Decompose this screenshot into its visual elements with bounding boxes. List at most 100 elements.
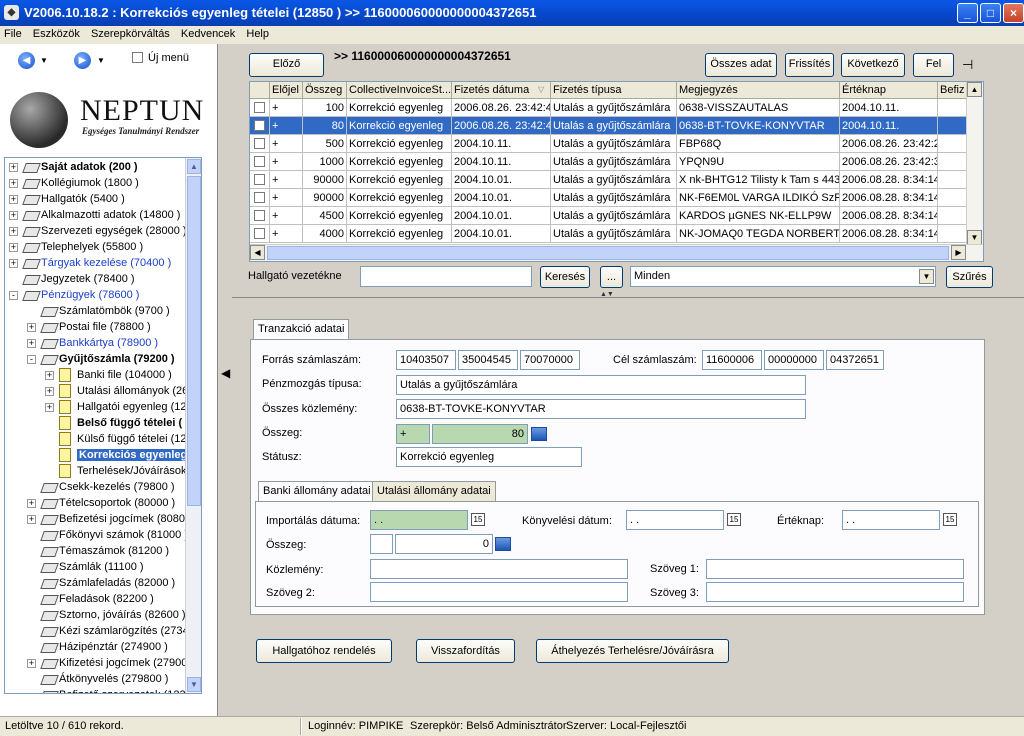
collapse-icon[interactable]: - xyxy=(27,355,36,364)
grid-cell-payment-type[interactable]: Utalás a gyűjtőszámlára xyxy=(551,189,677,207)
row-checkbox[interactable] xyxy=(254,210,265,221)
filter-dropdown[interactable]: Minden xyxy=(630,266,936,287)
tree-item[interactable]: + Saját adatok (200 ) xyxy=(5,160,186,176)
tree-item[interactable]: Sztorno, jóváírás (82600 ) xyxy=(5,608,186,624)
back-arrow-icon[interactable]: ◀ xyxy=(18,52,35,69)
grid-cell-value-date[interactable]: 2004.10.11. xyxy=(840,99,938,117)
grid-cell-value-date[interactable]: 2006.08.28. 8:34:14 xyxy=(840,171,938,189)
grid-cell-payer[interactable] xyxy=(938,135,968,153)
bank-calculator-icon[interactable] xyxy=(495,537,511,551)
grid-cell-comment[interactable]: 0638-VISSZAUTALAS xyxy=(677,99,840,117)
amount-field[interactable]: 80 xyxy=(432,424,528,444)
grid-cell-payment-date[interactable]: 2004.10.01. xyxy=(452,225,551,243)
assign-to-student-button[interactable]: Hallgatóhoz rendelés xyxy=(256,639,392,663)
column-header-comment[interactable]: Megjegyzés xyxy=(677,82,840,99)
grid-cell-invoice-status[interactable]: Korrekció egyenleg xyxy=(347,171,452,189)
move-to-debit-credit-button[interactable]: Áthelyezés Terhelésre/Jóváírásra xyxy=(536,639,729,663)
reverse-button[interactable]: Visszafordítás xyxy=(416,639,515,663)
booking-date-field[interactable]: . . xyxy=(626,510,724,530)
tree-item[interactable]: - Pénzügyek (78600 ) xyxy=(5,288,186,304)
up-button[interactable]: Fel xyxy=(913,53,954,77)
row-checkbox[interactable] xyxy=(254,174,265,185)
scroll-up-icon[interactable]: ▲ xyxy=(187,159,201,174)
source-account-part1[interactable]: 10403507 xyxy=(396,350,456,370)
grid-cell-invoice-status[interactable]: Korrekció egyenleg xyxy=(347,189,452,207)
row-checkbox-cell[interactable] xyxy=(250,117,270,135)
grid-horizontal-scrollbar[interactable]: ◀ ▶ xyxy=(250,244,983,261)
target-account-part2[interactable]: 00000000 xyxy=(764,350,824,370)
grid-cell-invoice-status[interactable]: Korrekció egyenleg xyxy=(347,135,452,153)
row-checkbox-cell[interactable] xyxy=(250,207,270,225)
import-date-calendar-icon[interactable]: 15 xyxy=(471,513,485,526)
target-account-part3[interactable]: 04372651 xyxy=(826,350,884,370)
menu-file[interactable]: File xyxy=(0,26,26,40)
tree-item[interactable]: + Hallgatói egyenleg (1255 xyxy=(5,400,199,416)
expand-icon[interactable]: + xyxy=(9,179,18,188)
grid-scroll-up-icon[interactable]: ▲ xyxy=(967,82,982,97)
bank-amount-field[interactable]: 0 xyxy=(395,534,493,554)
tree-item[interactable]: + Befizetési jogcímek (80800 xyxy=(5,512,191,528)
column-header-sign[interactable]: Előjel xyxy=(270,82,303,99)
text1-field[interactable] xyxy=(706,559,964,579)
grid-cell-invoice-status[interactable]: Korrekció egyenleg xyxy=(347,225,452,243)
grid-cell-comment[interactable]: FBP68Q xyxy=(677,135,840,153)
column-header-invoice-status[interactable]: CollectiveInvoiceSt... xyxy=(347,82,452,99)
grid-cell-payer[interactable] xyxy=(938,225,968,243)
menu-szerepkorvaltas[interactable]: Szerepkörváltás xyxy=(87,26,174,40)
bank-amount-sign-field[interactable] xyxy=(370,534,393,554)
grid-cell-sign[interactable]: + xyxy=(270,117,303,135)
tree-scrollbar[interactable]: ▲ ▼ xyxy=(185,158,201,693)
menu-eszkozok[interactable]: Eszközök xyxy=(29,26,84,40)
pin-icon[interactable]: ⊣ xyxy=(962,57,973,73)
grid-cell-comment[interactable]: NK-JOMAQ0 TEGDA NORBERT xyxy=(677,225,840,243)
grid-cell-value-date[interactable]: 2006.08.26. 23:42:2 xyxy=(840,135,938,153)
tree-item[interactable]: Befizető szervezetek (12300 xyxy=(5,688,198,693)
expand-icon[interactable]: + xyxy=(45,403,54,412)
row-checkbox-cell[interactable] xyxy=(250,99,270,117)
ellipsis-button[interactable]: ... xyxy=(600,266,623,288)
tab-transfer-data[interactable]: Utalási állomány adatai xyxy=(372,481,496,501)
grid-cell-payment-date[interactable]: 2004.10.01. xyxy=(452,171,551,189)
grid-scroll-left-icon[interactable]: ◀ xyxy=(250,245,265,260)
row-checkbox[interactable] xyxy=(254,228,265,239)
row-checkbox-cell[interactable] xyxy=(250,171,270,189)
grid-cell-invoice-status[interactable]: Korrekció egyenleg xyxy=(347,117,452,135)
grid-cell-payer[interactable] xyxy=(938,189,968,207)
grid-cell-payment-date[interactable]: 2006.08.26. 23:42:4 xyxy=(452,99,551,117)
row-checkbox[interactable] xyxy=(254,138,265,149)
close-button[interactable]: × xyxy=(1003,3,1024,23)
expand-icon[interactable]: + xyxy=(9,259,18,268)
movement-type-field[interactable]: Utalás a gyűjtőszámlára xyxy=(396,375,806,395)
grid-cell-payer[interactable] xyxy=(938,99,968,117)
grid-scroll-right-icon[interactable]: ▶ xyxy=(951,245,966,260)
grid-cell-amount[interactable]: 100 xyxy=(303,99,347,117)
row-checkbox-cell[interactable] xyxy=(250,135,270,153)
sort-desc-icon[interactable]: ▽ xyxy=(538,85,544,94)
scroll-thumb[interactable] xyxy=(187,176,201,506)
grid-cell-invoice-status[interactable]: Korrekció egyenleg xyxy=(347,99,452,117)
value-date-field[interactable]: . . xyxy=(842,510,940,530)
column-header-amount[interactable]: Összeg xyxy=(303,82,347,99)
search-button[interactable]: Keresés xyxy=(540,266,590,288)
expand-icon[interactable]: + xyxy=(45,371,54,380)
grid-cell-payment-type[interactable]: Utalás a gyűjtőszámlára xyxy=(551,117,677,135)
row-checkbox[interactable] xyxy=(254,192,265,203)
horizontal-splitter[interactable] xyxy=(232,297,1024,298)
calculator-icon[interactable] xyxy=(531,427,547,441)
grid-cell-value-date[interactable]: 2006.08.28. 8:34:14 xyxy=(840,189,938,207)
forward-dropdown-icon[interactable]: ▼ xyxy=(97,56,105,65)
row-checkbox-cell[interactable] xyxy=(250,153,270,171)
tree-item[interactable]: - Gyűjtőszámla (79200 ) xyxy=(5,352,186,368)
grid-cell-sign[interactable]: + xyxy=(270,225,303,243)
tree-item[interactable]: Számlák (11100 ) xyxy=(5,560,186,576)
checkbox-icon[interactable] xyxy=(132,52,143,63)
tree-item[interactable]: + Bankkártya (78900 ) xyxy=(5,336,186,352)
forward-arrow-icon[interactable]: ▶ xyxy=(74,52,91,69)
row-checkbox-cell[interactable] xyxy=(250,189,270,207)
grid-scroll-down-icon[interactable]: ▼ xyxy=(967,230,982,245)
column-header-value-date[interactable]: Értéknap xyxy=(840,82,938,99)
amount-sign-field[interactable]: + xyxy=(396,424,430,444)
grid-cell-sign[interactable]: + xyxy=(270,189,303,207)
grid-cell-payer[interactable] xyxy=(938,207,968,225)
tree-item[interactable]: Csekk-kezelés (79800 ) xyxy=(5,480,186,496)
